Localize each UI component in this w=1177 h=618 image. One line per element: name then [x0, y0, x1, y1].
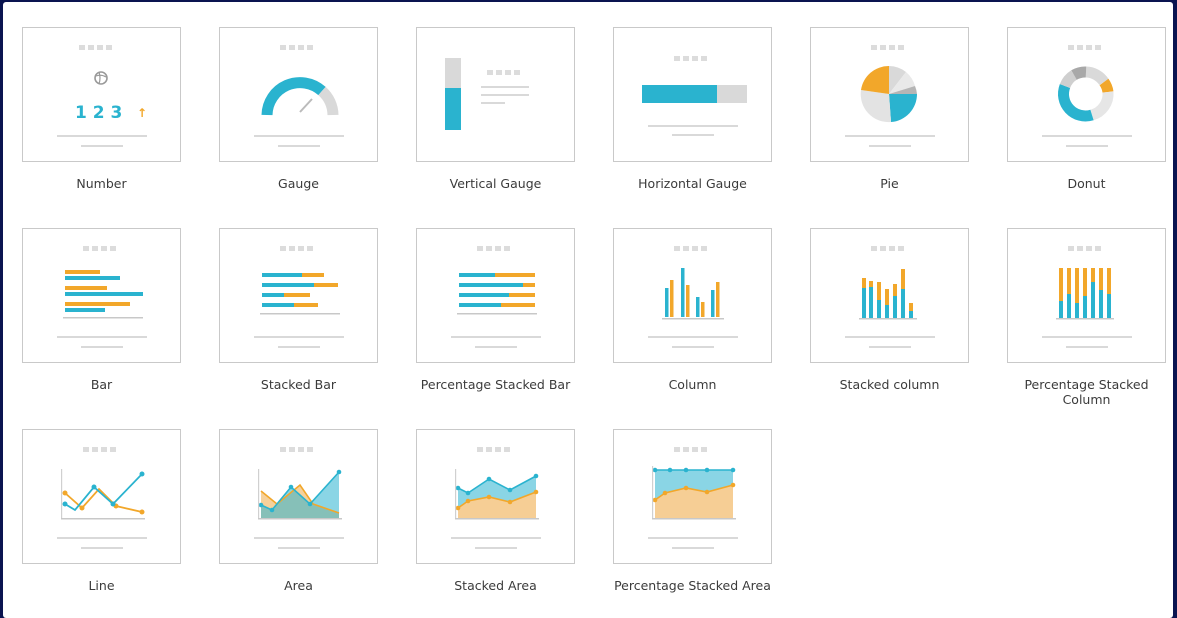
chart-type-label: Vertical Gauge — [449, 176, 542, 191]
pie-thumbnail — [810, 27, 969, 162]
chart-type-vertical-gauge[interactable]: Vertical Gauge — [397, 2, 595, 197]
gauge-icon — [254, 45, 344, 147]
chart-type-stacked-column[interactable]: Stacked column — [791, 203, 989, 398]
bar-thumbnail — [22, 228, 181, 363]
chart-type-label: Donut — [1067, 176, 1106, 191]
chart-type-stacked-bar[interactable]: Stacked Bar — [200, 203, 398, 398]
chart-type-label: Pie — [880, 176, 899, 191]
horizontal-gauge-thumbnail — [613, 27, 772, 162]
number-value: 1 2 3 — [75, 103, 122, 123]
chart-type-label: Bar — [90, 377, 113, 392]
area-chart-icon — [254, 447, 344, 549]
chart-type-gauge[interactable]: Gauge — [200, 2, 398, 197]
chart-type-gallery: 1 2 3 ↑ Number Gauge Vertical Gauge Hori… — [3, 2, 1173, 618]
stacked-column-thumbnail — [810, 228, 969, 363]
bar-chart-icon — [57, 246, 147, 348]
horizontal-gauge-icon — [642, 56, 747, 136]
column-chart-icon — [648, 246, 738, 348]
percentage-stacked-bar-chart-icon — [451, 246, 541, 348]
chart-type-percentage-stacked-column[interactable]: Percentage Stacked Column — [988, 203, 1173, 407]
chart-type-bar[interactable]: Bar — [3, 203, 201, 398]
trend-up-icon: ↑ — [137, 106, 147, 120]
chart-type-column[interactable]: Column — [594, 203, 792, 398]
pie-chart-icon — [845, 45, 935, 147]
chart-type-label: Stacked Bar — [260, 377, 337, 392]
area-thumbnail — [219, 429, 378, 564]
chart-type-label: Stacked Area — [454, 578, 537, 593]
chart-type-label: Stacked column — [839, 377, 940, 392]
percentage-stacked-column-chart-icon — [1042, 246, 1132, 348]
vertical-gauge-icon — [445, 58, 529, 130]
chart-type-horizontal-gauge[interactable]: Horizontal Gauge — [594, 2, 792, 197]
gauge-thumbnail — [219, 27, 378, 162]
stacked-area-thumbnail — [416, 429, 575, 564]
percentage-stacked-area-thumbnail — [613, 429, 772, 564]
percentage-stacked-area-chart-icon — [648, 447, 738, 549]
chart-type-pie[interactable]: Pie — [791, 2, 989, 197]
column-thumbnail — [613, 228, 772, 363]
chart-type-percentage-stacked-area[interactable]: Percentage Stacked Area — [594, 404, 792, 599]
chart-type-label: Number — [76, 176, 127, 191]
chart-type-donut[interactable]: Donut — [988, 2, 1173, 197]
percentage-stacked-bar-thumbnail — [416, 228, 575, 363]
chart-type-label: Percentage Stacked Bar — [420, 377, 571, 392]
chart-type-label: Horizontal Gauge — [638, 176, 747, 191]
chart-type-label: Percentage Stacked Column — [1024, 377, 1149, 407]
vertical-gauge-thumbnail — [416, 27, 575, 162]
stacked-bar-thumbnail — [219, 228, 378, 363]
percentage-stacked-column-thumbnail — [1007, 228, 1166, 363]
chart-type-label: Gauge — [278, 176, 319, 191]
chart-type-label: Line — [88, 578, 115, 593]
donut-chart-icon — [1042, 45, 1132, 147]
chart-type-label: Percentage Stacked Area — [614, 578, 771, 593]
chart-type-line[interactable]: Line — [3, 404, 201, 599]
chart-type-percentage-stacked-bar[interactable]: Percentage Stacked Bar — [397, 203, 595, 398]
line-thumbnail — [22, 429, 181, 564]
stacked-area-chart-icon — [451, 447, 541, 549]
chart-type-label: Column — [668, 377, 717, 392]
chart-type-area[interactable]: Area — [200, 404, 398, 599]
donut-thumbnail — [1007, 27, 1166, 162]
stacked-column-chart-icon — [845, 246, 935, 348]
number-icon: 1 2 3 ↑ — [57, 45, 147, 147]
chart-type-number[interactable]: 1 2 3 ↑ Number — [3, 2, 201, 197]
line-chart-icon — [57, 447, 147, 549]
number-thumbnail: 1 2 3 ↑ — [22, 27, 181, 162]
stacked-bar-chart-icon — [254, 246, 344, 348]
chart-type-label: Area — [284, 578, 313, 593]
chart-type-stacked-area[interactable]: Stacked Area — [397, 404, 595, 599]
